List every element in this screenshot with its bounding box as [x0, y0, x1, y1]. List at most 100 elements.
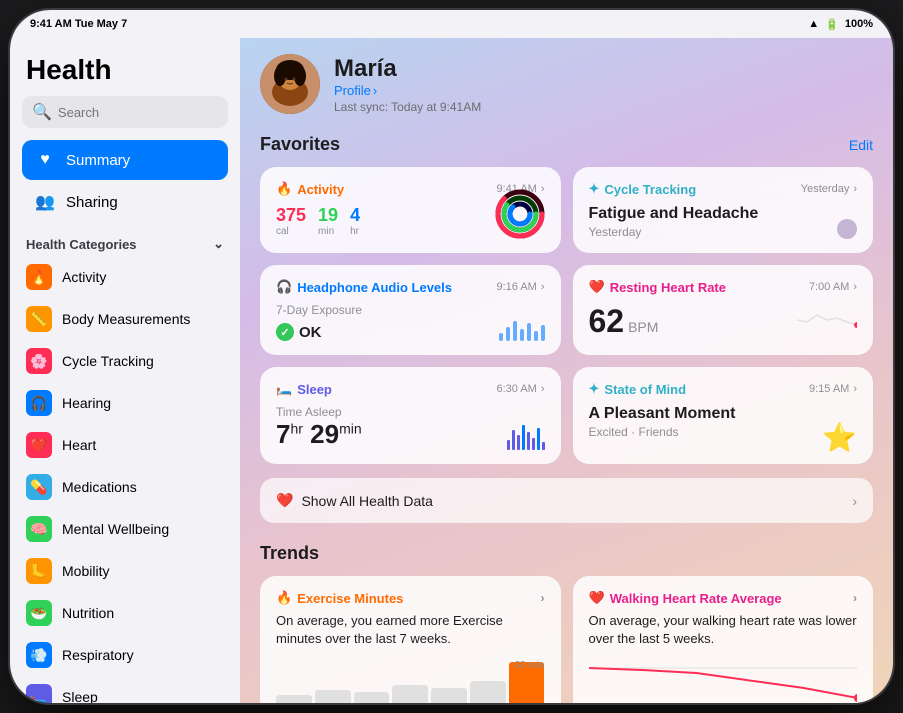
category-item-respiratory[interactable]: 💨 Respiratory	[22, 634, 228, 676]
state-of-mind-card[interactable]: ✦ State of Mind 9:15 AM › A Pleasant Mom…	[573, 367, 874, 464]
cycle-card-time: Yesterday ›	[801, 183, 857, 195]
exercise-trend-card[interactable]: 🔥 Exercise Minutes › On average, you ear…	[260, 576, 561, 703]
headphone-card[interactable]: 🎧 Headphone Audio Levels 9:16 AM › 7-Day…	[260, 265, 561, 355]
category-label: Mental Wellbeing	[62, 521, 169, 537]
respiratory-icon: 💨	[26, 642, 52, 668]
avatar	[260, 54, 320, 114]
exercise-stat: 19 min	[318, 205, 338, 237]
heart-rate-trend-chart: 110 BPM 98	[589, 658, 858, 703]
favorites-grid: 🔥 Activity 9:41 AM › 375 cal	[260, 167, 873, 464]
cycle-detail: Fatigue and Headache	[589, 205, 858, 223]
wifi-icon: ▲	[808, 18, 819, 30]
exercise-max-label: 63 min	[514, 660, 544, 671]
bar	[527, 323, 531, 341]
bar	[506, 327, 510, 341]
bar	[532, 438, 535, 450]
state-star-icon: ⭐	[822, 421, 857, 454]
cycle-tracking-card[interactable]: ✦ Cycle Tracking Yesterday › Fatigue and…	[573, 167, 874, 253]
category-label: Medications	[62, 479, 137, 495]
summary-label: Summary	[66, 152, 130, 169]
bar	[276, 695, 312, 703]
activity-card-title: 🔥 Activity	[276, 181, 344, 197]
bar	[527, 432, 530, 450]
stand-unit: hr	[350, 226, 360, 237]
headphone-chart	[499, 311, 545, 341]
edit-button[interactable]: Edit	[849, 137, 873, 153]
categories-header: Health Categories ⌄	[22, 228, 228, 256]
search-icon: 🔍	[32, 102, 52, 122]
search-input[interactable]	[58, 105, 234, 120]
bar	[520, 329, 524, 341]
category-item-activity[interactable]: 🔥 Activity	[22, 256, 228, 298]
category-item-mental-wellbeing[interactable]: 🧠 Mental Wellbeing	[22, 508, 228, 550]
category-item-cycle-tracking[interactable]: 🌸 Cycle Tracking	[22, 340, 228, 382]
category-label: Nutrition	[62, 605, 114, 621]
state-sub: Excited · Friends	[589, 425, 858, 439]
sleep-card-time: 6:30 AM ›	[496, 383, 544, 395]
activity-ring	[495, 189, 545, 239]
heart-category-icon: ❤️	[26, 432, 52, 458]
bar	[315, 690, 351, 703]
sidebar-item-summary[interactable]: ♥ Summary	[22, 140, 228, 180]
category-item-hearing[interactable]: 🎧 Hearing	[22, 382, 228, 424]
category-label: Heart	[62, 437, 96, 453]
heart-rate-trend-desc: On average, your walking heart rate was …	[589, 612, 858, 648]
category-label: Body Measurements	[62, 311, 190, 327]
show-all-button[interactable]: ❤️ Show All Health Data ›	[260, 478, 873, 523]
bar	[522, 425, 525, 450]
profile-info: María Profile › Last sync: Today at 9:41…	[334, 55, 481, 114]
category-item-sleep[interactable]: 🛏️ Sleep	[22, 676, 228, 703]
category-item-medications[interactable]: 💊 Medications	[22, 466, 228, 508]
status-indicators: ▲ 🔋 100%	[808, 18, 873, 31]
category-item-nutrition[interactable]: 🥗 Nutrition	[22, 592, 228, 634]
profile-name: María	[334, 55, 481, 83]
activity-icon: 🔥	[26, 264, 52, 290]
profile-link[interactable]: Profile ›	[334, 83, 481, 98]
bpm-number: 62	[589, 303, 625, 340]
headphone-card-time: 9:16 AM ›	[496, 281, 544, 293]
heart-sparkline	[797, 300, 857, 335]
bar	[512, 430, 515, 450]
cycle-tracking-icon: 🌸	[26, 348, 52, 374]
activity-card[interactable]: 🔥 Activity 9:41 AM › 375 cal	[260, 167, 561, 253]
category-label: Sleep	[62, 689, 98, 703]
bar	[534, 331, 538, 341]
headphone-icon: 🎧	[276, 279, 292, 295]
bar	[392, 685, 428, 703]
chevron-right-icon: ›	[541, 281, 545, 293]
category-item-heart[interactable]: ❤️ Heart	[22, 424, 228, 466]
activity-flame-icon: 🔥	[276, 181, 292, 197]
move-unit: cal	[276, 226, 306, 237]
exercise-trend-chart: 63 min 31 min	[276, 658, 545, 703]
sleep-mins: 29	[310, 419, 339, 449]
category-item-body-measurements[interactable]: 📏 Body Measurements	[22, 298, 228, 340]
fatigue-indicator	[837, 219, 857, 239]
bar	[470, 681, 506, 703]
sidebar-item-sharing[interactable]: 👥 Sharing	[22, 182, 228, 222]
category-label: Activity	[62, 269, 106, 285]
state-card-time: 9:15 AM ›	[809, 383, 857, 395]
sleep-icon: 🛏️	[26, 684, 52, 703]
exercise-value: 19	[318, 205, 338, 226]
chevron-right-icon: ›	[852, 493, 857, 509]
category-item-mobility[interactable]: 🦶 Mobility	[22, 550, 228, 592]
sidebar: Health 🔍 🎤 ♥ Summary 👥 Sharing Health Ca…	[10, 38, 240, 703]
favorites-title: Favorites	[260, 134, 340, 155]
category-label: Hearing	[62, 395, 111, 411]
heart-icon: ❤️	[589, 279, 605, 295]
move-value: 375	[276, 205, 306, 226]
show-all-label: Show All Health Data	[301, 493, 433, 509]
search-bar[interactable]: 🔍 🎤	[22, 96, 228, 128]
mobility-icon: 🦶	[26, 558, 52, 584]
chevron-right-icon: ›	[853, 183, 857, 195]
heart-rate-card[interactable]: ❤️ Resting Heart Rate 7:00 AM › 62 BPM	[573, 265, 874, 355]
bar	[513, 321, 517, 341]
bar	[517, 435, 520, 450]
chevron-right-icon: ›	[853, 383, 857, 395]
categories-label: Health Categories	[26, 237, 137, 252]
heart-rate-trend-card[interactable]: ❤️ Walking Heart Rate Average › On avera…	[573, 576, 874, 703]
sleep-card-title: 🛏️ Sleep	[276, 381, 332, 397]
trends-grid: 🔥 Exercise Minutes › On average, you ear…	[260, 576, 873, 703]
sleep-card[interactable]: 🛏️ Sleep 6:30 AM › Time Asleep 7hr 29min	[260, 367, 561, 464]
app-title: Health	[22, 54, 228, 86]
